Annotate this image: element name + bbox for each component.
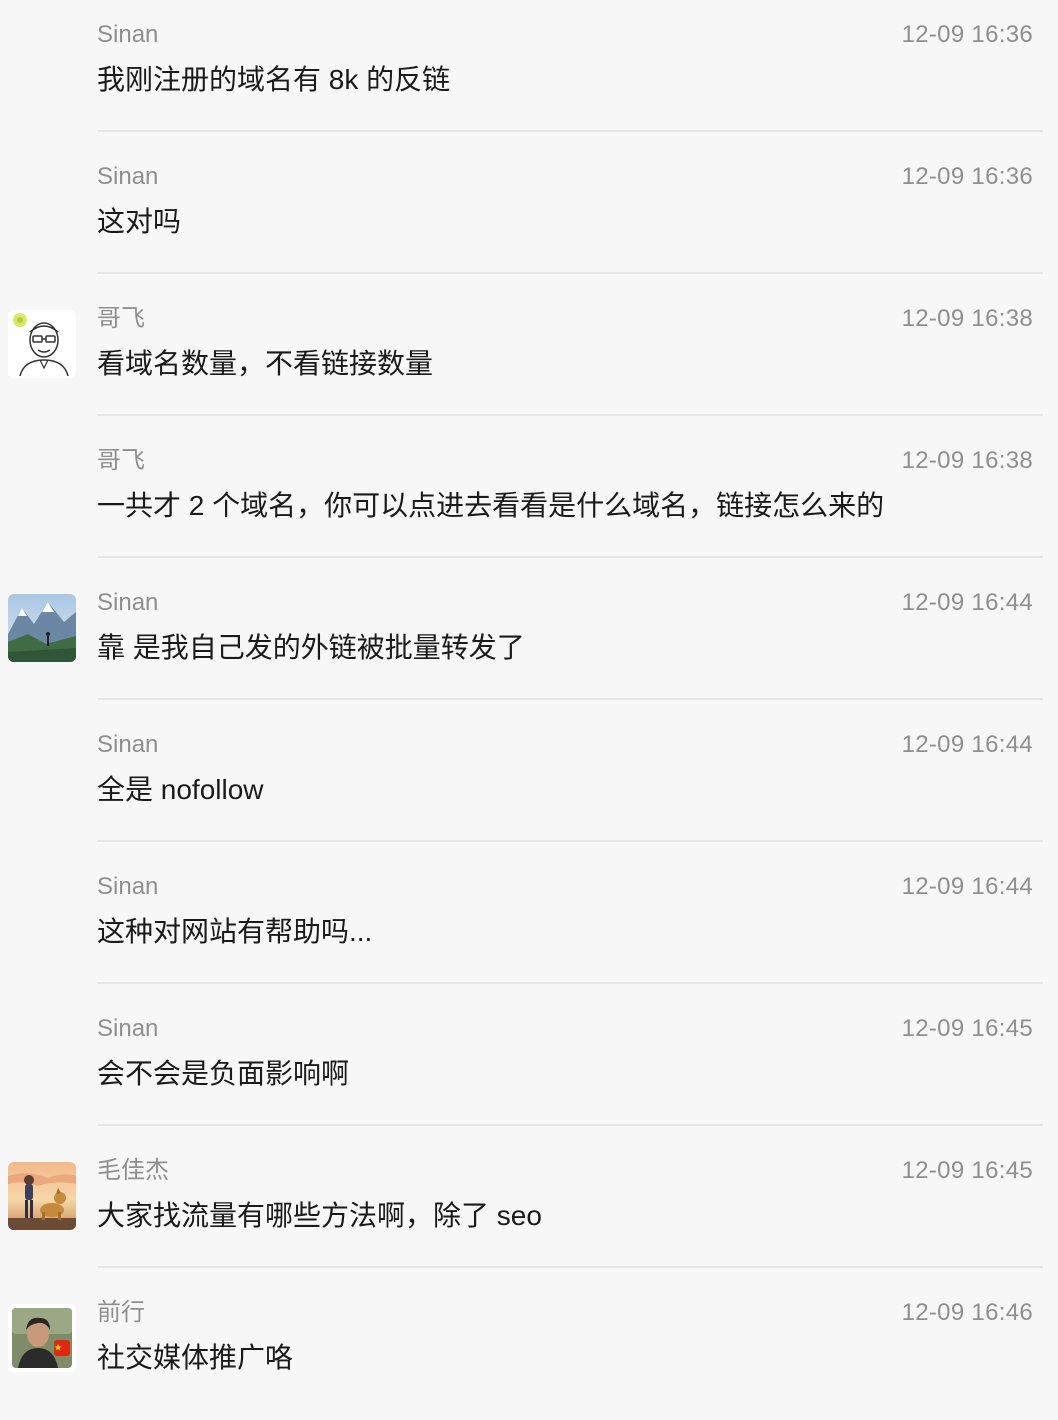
message-sender[interactable]: Sinan (97, 20, 158, 50)
message-list: Sinan 12-09 16:36 我刚注册的域名有 8k 的反链 Sinan … (0, 0, 1058, 1404)
message-item[interactable]: Sinan 12-09 16:45 会不会是负面影响啊 (0, 994, 1058, 1136)
message-time: 12-09 16:38 (901, 447, 1033, 474)
message-text[interactable]: 会不会是负面影响啊 (97, 1056, 349, 1092)
message-item[interactable]: 哥飞 12-09 16:38 一共才 2 个域名，你可以点进去看看是什么域名，链… (0, 426, 1058, 568)
message-sender[interactable]: Sinan (97, 588, 158, 618)
message-text[interactable]: 靠 是我自己发的外链被批量转发了 (97, 630, 525, 666)
message-item[interactable]: 前行 12-09 16:46 社交媒体推广咯 (0, 1278, 1058, 1420)
message-time: 12-09 16:44 (901, 731, 1033, 758)
message-time: 12-09 16:38 (901, 305, 1033, 332)
message-item[interactable]: 毛佳杰 12-09 16:45 大家找流量有哪些方法啊，除了 seo (0, 1136, 1058, 1278)
message-time: 12-09 16:44 (901, 873, 1033, 900)
message-divider (98, 982, 1043, 984)
message-divider (98, 130, 1043, 132)
avatar-man-photo-with-flag[interactable] (8, 1304, 76, 1372)
message-divider (98, 414, 1043, 416)
message-time: 12-09 16:36 (901, 21, 1033, 48)
message-time: 12-09 16:46 (901, 1299, 1033, 1326)
message-text[interactable]: 我刚注册的域名有 8k 的反链 (97, 62, 450, 98)
avatar-mountain-landscape[interactable] (8, 594, 76, 662)
message-text[interactable]: 全是 nofollow (97, 772, 264, 808)
cartoon-avatar-icon (8, 310, 76, 378)
message-item[interactable]: 哥飞 12-09 16:38 看域名数量，不看链接数量 (0, 284, 1058, 426)
message-divider (98, 698, 1043, 700)
message-divider (98, 272, 1043, 274)
message-item[interactable]: Sinan 12-09 16:44 这种对网站有帮助吗... (0, 852, 1058, 994)
message-item[interactable]: Sinan 12-09 16:44 全是 nofollow (0, 710, 1058, 852)
message-text[interactable]: 看域名数量，不看链接数量 (97, 346, 433, 382)
avatar-sunset-boy-and-dog[interactable] (8, 1162, 76, 1230)
message-time: 12-09 16:45 (901, 1015, 1033, 1042)
message-time: 12-09 16:45 (901, 1157, 1033, 1184)
message-text[interactable]: 社交媒体推广咯 (97, 1340, 293, 1376)
message-divider (98, 1266, 1043, 1268)
message-sender[interactable]: 哥飞 (97, 304, 145, 334)
avatar-cartoon-glasses-man[interactable] (8, 310, 76, 378)
message-divider (98, 556, 1043, 558)
message-text[interactable]: 这种对网站有帮助吗... (97, 914, 372, 950)
message-divider (98, 840, 1043, 842)
message-text[interactable]: 大家找流量有哪些方法啊，除了 seo (97, 1198, 542, 1234)
message-item[interactable]: Sinan 12-09 16:36 我刚注册的域名有 8k 的反链 (0, 0, 1058, 142)
message-text[interactable]: 一共才 2 个域名，你可以点进去看看是什么域名，链接怎么来的 (97, 488, 884, 524)
message-sender[interactable]: 前行 (97, 1298, 145, 1328)
message-sender[interactable]: 毛佳杰 (97, 1156, 169, 1186)
message-sender[interactable]: Sinan (97, 872, 158, 902)
message-sender[interactable]: Sinan (97, 1014, 158, 1044)
message-time: 12-09 16:36 (901, 163, 1033, 190)
message-sender[interactable]: Sinan (97, 730, 158, 760)
message-divider (98, 1124, 1043, 1126)
message-item[interactable]: Sinan 12-09 16:36 这对吗 (0, 142, 1058, 284)
man-photo-with-flag-icon (8, 1304, 76, 1372)
sunset-boy-and-dog-icon (8, 1162, 76, 1230)
message-time: 12-09 16:44 (901, 589, 1033, 616)
message-item[interactable]: Sinan 12-09 16:44 靠 是我自己发的外链被批量转发了 (0, 568, 1058, 710)
message-sender[interactable]: 哥飞 (97, 446, 145, 476)
message-text[interactable]: 这对吗 (97, 204, 181, 240)
message-sender[interactable]: Sinan (97, 162, 158, 192)
mountain-landscape-icon (8, 594, 76, 662)
